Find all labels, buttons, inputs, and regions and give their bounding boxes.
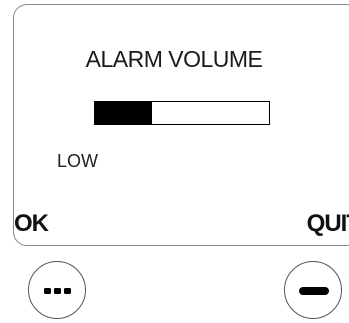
dashes-icon (44, 288, 71, 294)
minus-icon (299, 287, 329, 295)
display-screen: ALARM VOLUME LOW OK QUIT (13, 4, 349, 246)
ok-softkey-button[interactable] (28, 261, 86, 319)
volume-level-bar (94, 101, 270, 125)
quit-softkey-button[interactable] (284, 261, 342, 319)
volume-level-label: LOW (57, 151, 99, 171)
ok-softkey-label: OK (14, 210, 49, 237)
screen-title: ALARM VOLUME (85, 46, 263, 72)
quit-softkey-label: QUIT (306, 210, 349, 237)
volume-level-fill (95, 102, 153, 124)
